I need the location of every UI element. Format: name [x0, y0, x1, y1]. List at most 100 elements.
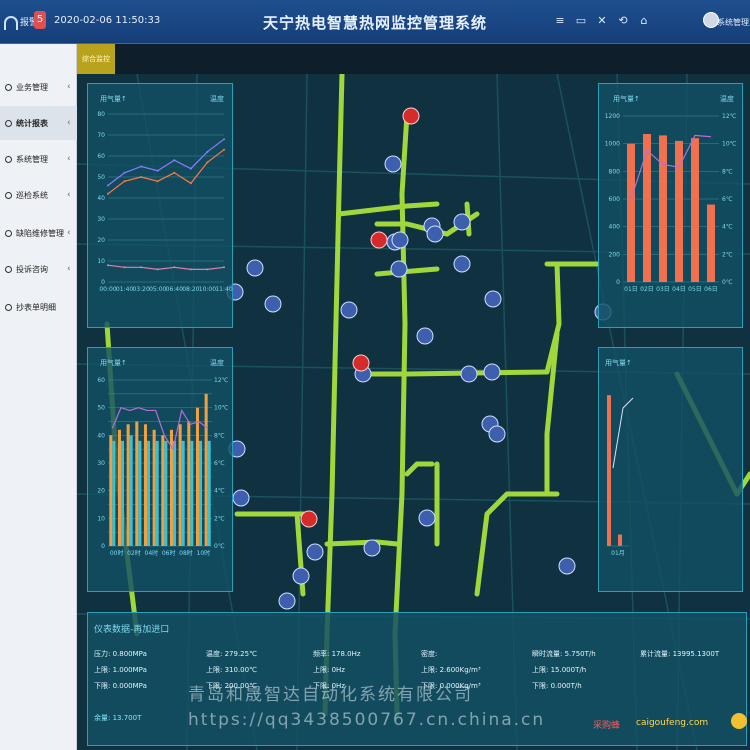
y-tick-label: 20: [97, 488, 105, 495]
bar: [117, 429, 121, 546]
wrench-icon: [5, 229, 12, 237]
y-tick-label: 200: [609, 251, 621, 258]
circle-icon: [5, 303, 12, 311]
meter-reading: 压力: 0.800MPa: [94, 650, 147, 658]
y2-tick-label: 8℃: [214, 432, 225, 439]
chevron-left-icon: ‹: [67, 118, 71, 128]
series-point: [140, 176, 143, 178]
series-point: [140, 165, 143, 168]
y2-tick-label: 6℃: [214, 460, 225, 467]
inspection-icon: [5, 191, 12, 199]
y-tick-label: 0: [616, 279, 620, 286]
bar: [187, 421, 191, 546]
series-point: [206, 268, 209, 271]
y-tick-label: 20: [97, 237, 105, 244]
circle-icon: [5, 83, 12, 91]
y-tick-label: 800: [609, 168, 621, 175]
y-tick-label: 60: [97, 153, 105, 160]
y-tick-label: 1000: [605, 141, 620, 148]
refresh-icon[interactable]: ⟲: [617, 14, 629, 28]
x-tick-label: 00:00: [99, 286, 116, 293]
x-tick-label: 05日: [688, 286, 702, 293]
home-icon[interactable]: ⌂: [638, 14, 650, 28]
meter-data-title: 仪表数据-再加进口: [94, 625, 170, 635]
meter-reading: 上限: 310.00℃: [206, 666, 257, 674]
chevron-left-icon: ‹: [67, 154, 71, 164]
bar: [143, 424, 147, 546]
y2-tick-label: 6℃: [722, 196, 733, 203]
sidebar-item-complaints[interactable]: 投诉咨询 ‹: [0, 252, 77, 286]
sidebar-item-reports[interactable]: 统计报表 ‹: [0, 106, 77, 140]
bar: [135, 421, 139, 546]
x-tick-label: 03:20: [132, 286, 149, 293]
circle-icon: [5, 119, 12, 127]
series-point: [173, 159, 176, 162]
meter-reading: 上限: 1.000MPa: [94, 666, 147, 674]
meter-reading: 密度:: [421, 650, 438, 658]
sidebar-item-label: 抄表单明细: [16, 302, 56, 312]
y-tick-label: 40: [97, 195, 105, 202]
chevron-left-icon: ‹: [67, 190, 71, 200]
series-point: [107, 184, 109, 187]
y-tick-label: 0: [101, 543, 105, 550]
breadcrumb-tab-overview[interactable]: 综合监控: [77, 44, 115, 74]
y2-tick-label: 4℃: [214, 488, 225, 495]
meter-reading: 累计流量: 13995.1300T: [640, 650, 720, 658]
bar: [691, 138, 699, 282]
close-icon[interactable]: ✕: [596, 14, 608, 28]
y-tick-label: 600: [609, 196, 621, 203]
bar: [109, 435, 113, 546]
sidebar-item-meter-details[interactable]: 抄表单明细: [0, 290, 77, 324]
sidebar-item-system[interactable]: 系统管理 ‹: [0, 142, 77, 176]
bar: [178, 424, 182, 546]
y-tick-label: 70: [97, 132, 105, 139]
series-point: [206, 150, 209, 153]
bar: [164, 440, 168, 546]
bar: [207, 440, 211, 546]
y2-tick-label: 4℃: [722, 224, 733, 231]
bar: [152, 429, 156, 546]
x-tick-label: 04日: [672, 286, 686, 293]
monitor-icon[interactable]: ▭: [575, 14, 587, 28]
menu-icon[interactable]: ≡: [554, 14, 566, 28]
sidebar-item-inspection[interactable]: 巡检系统 ‹: [0, 178, 77, 212]
series-point: [123, 266, 126, 269]
user-name[interactable]: 系统管理员: [717, 17, 750, 28]
bar: [659, 135, 667, 282]
chevron-left-icon: ‹: [67, 82, 71, 92]
x-tick-label: 00时: [110, 549, 124, 557]
chart-panel-line: 用气量↑ 温度 0 10 20 30 40 50 60 70 80 00:00 01:40 03:20…: [87, 83, 233, 328]
y2-tick-label: 10℃: [722, 141, 737, 148]
x-tick-label: 06日: [704, 286, 718, 293]
bar: [618, 534, 622, 546]
brand-logo-icon: [731, 713, 747, 729]
x-tick-label: 10时: [197, 549, 211, 557]
bar-chart: 0 200 400 600 800 1000 1200 0℃ 2℃ 4℃ 6℃ 8℃ 10℃ 12℃ 01日…: [605, 113, 737, 293]
watermark-brand: 采购蜂: [593, 721, 621, 731]
gear-icon: [5, 155, 12, 163]
bar: [155, 440, 159, 546]
sidebar-item-business[interactable]: 业务管理 ‹: [0, 70, 77, 104]
series-point: [173, 171, 176, 174]
series-line: [107, 149, 225, 195]
series-point: [189, 167, 192, 170]
bar: [204, 393, 208, 546]
y2-tick-label: 2℃: [214, 515, 225, 522]
chevron-left-icon: ‹: [67, 228, 71, 238]
y2-tick-label: 0℃: [214, 543, 225, 550]
y2-tick-label: 12℃: [722, 113, 737, 120]
sidebar: 业务管理 ‹ 统计报表 ‹ 系统管理 ‹ 巡检系统 ‹ 缺陷维修管理 ‹ 投诉咨…: [0, 44, 77, 750]
y-tick-label: 50: [97, 174, 105, 181]
series-point: [189, 268, 192, 271]
y-tick-label: 30: [97, 216, 105, 223]
x-tick-label: 03日: [656, 286, 670, 293]
sidebar-item-label: 巡检系统: [16, 190, 48, 200]
circle-icon: [5, 265, 12, 273]
sidebar-item-defects[interactable]: 缺陷维修管理 ‹: [0, 216, 77, 250]
series-point: [189, 182, 192, 185]
x-tick-label: 11:40: [215, 286, 232, 293]
alarm-button[interactable]: 报警 5: [4, 9, 48, 33]
bell-icon: [4, 16, 18, 30]
meter-reading: 下限: 0.000MPa: [94, 682, 147, 690]
x-tick-label: 01日: [624, 286, 638, 293]
